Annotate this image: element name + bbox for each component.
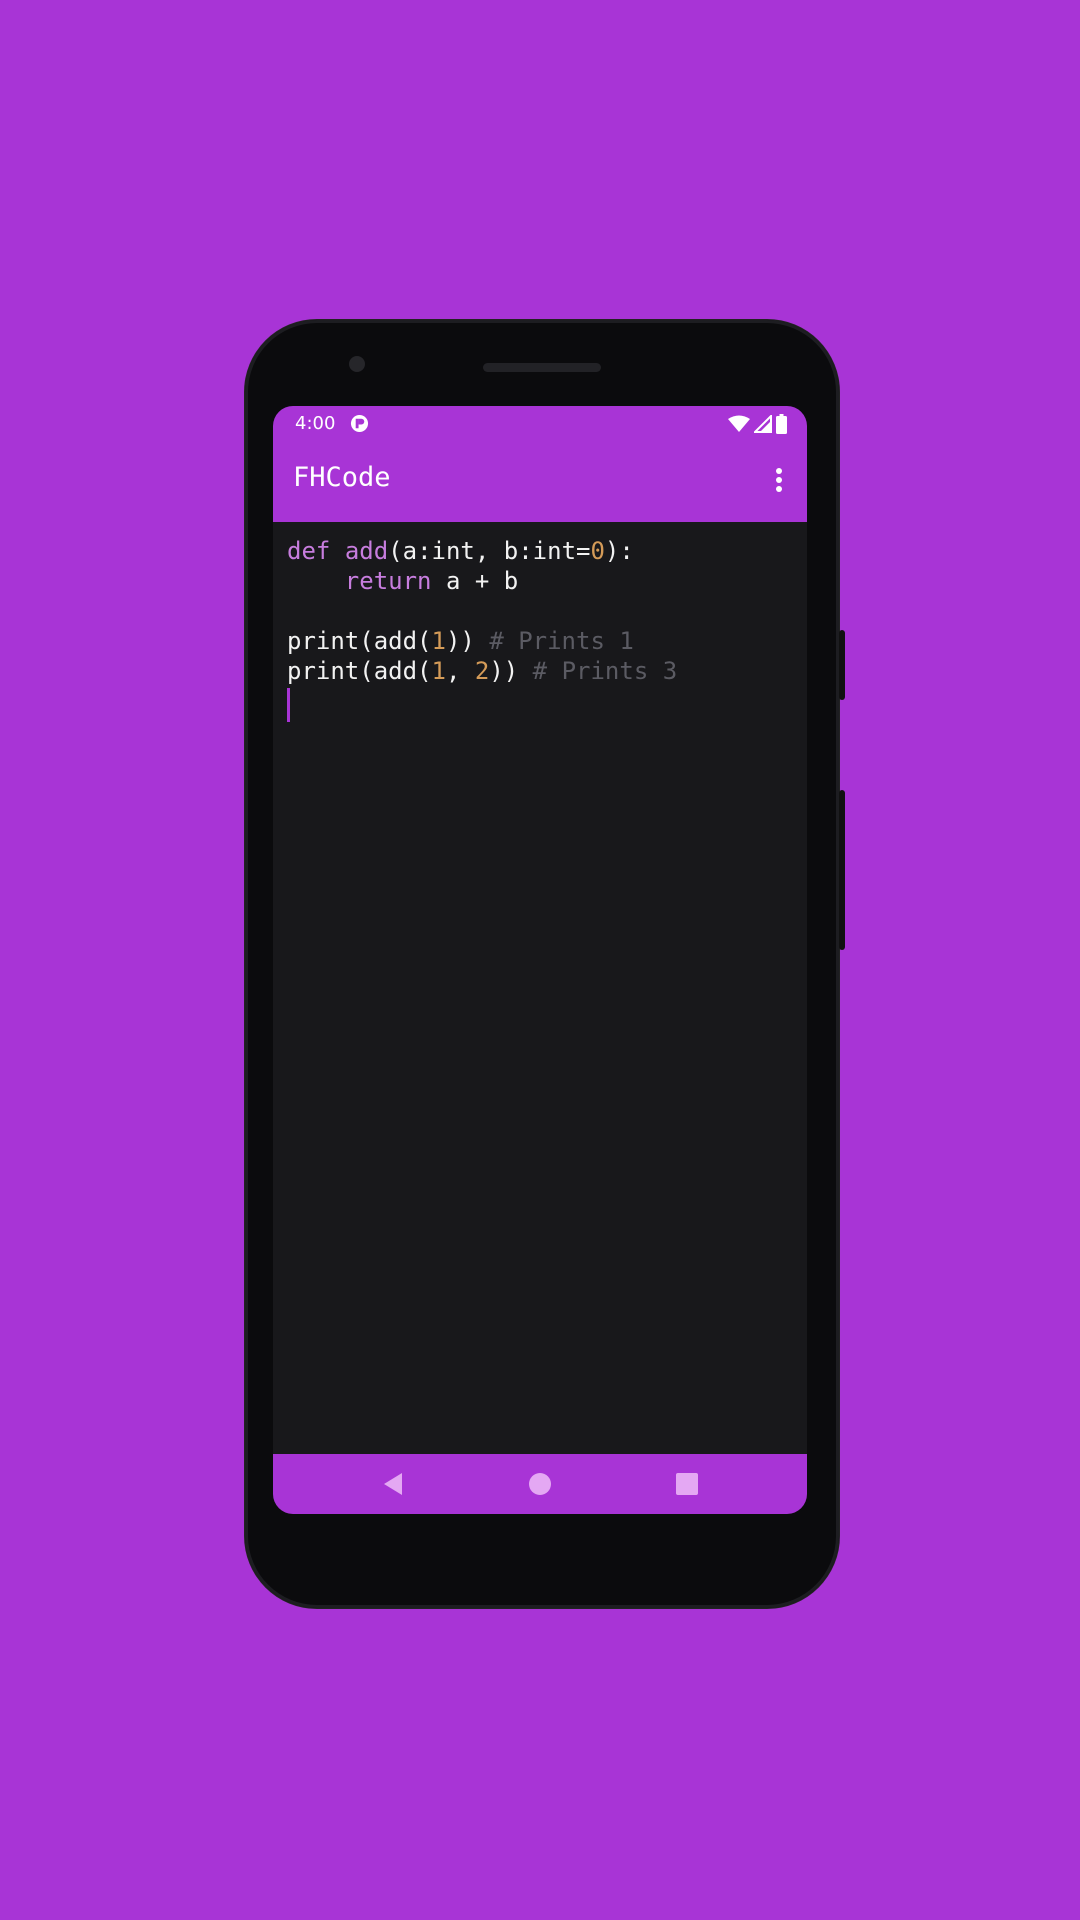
code-token: print(add(: [287, 657, 432, 685]
code-line: print(add(1)) # Prints 1: [287, 626, 807, 656]
overflow-menu-icon[interactable]: [765, 460, 793, 500]
function-token: add: [344, 537, 389, 565]
front-camera: [349, 356, 365, 372]
comment-token: # Prints 3: [532, 657, 678, 685]
keyword-token: return: [344, 567, 432, 595]
number-token: 1: [431, 627, 446, 655]
number-token: 0: [590, 537, 605, 565]
code-token: (a:int, b:int=: [388, 537, 591, 565]
code-line: def add(a:int, b:int=0):: [287, 536, 807, 566]
code-token: a + b: [431, 567, 519, 595]
phone-screen: 4:00 FHCode def add(a:int, b:int=0): ret…: [273, 406, 807, 1514]
code-token: ):: [604, 537, 634, 565]
volume-button: [839, 790, 845, 950]
app-notification-icon: [350, 414, 369, 433]
recents-icon[interactable]: [673, 1470, 701, 1498]
text-cursor: [287, 688, 290, 722]
number-token: 1: [431, 657, 446, 685]
status-time: 4:00: [295, 413, 336, 434]
keyword-token: def: [287, 537, 331, 565]
number-token: 2: [474, 657, 490, 685]
code-line: print(add(1, 2)) # Prints 3: [287, 656, 807, 686]
code-token: )): [445, 627, 490, 655]
code-editor[interactable]: def add(a:int, b:int=0): return a + b pri…: [273, 522, 807, 1454]
status-bar: 4:00: [273, 406, 807, 442]
cell-signal-icon: [754, 415, 772, 433]
code-token: )): [489, 657, 533, 685]
power-button: [839, 630, 845, 700]
code-token: ,: [445, 657, 475, 685]
phone-frame: 4:00 FHCode def add(a:int, b:int=0): ret…: [245, 320, 845, 1608]
status-icons: [728, 414, 787, 434]
code-line: return a + b: [287, 566, 807, 596]
home-icon[interactable]: [526, 1470, 554, 1498]
wifi-icon: [728, 415, 750, 432]
code-lines: def add(a:int, b:int=0): return a + b pri…: [287, 536, 807, 686]
earpiece-speaker: [483, 363, 601, 372]
navigation-bar: [273, 1454, 807, 1514]
app-bar: FHCode: [273, 442, 807, 522]
code-token: print(add(: [287, 627, 432, 655]
comment-token: # Prints 1: [489, 627, 634, 655]
app-title: FHCode: [293, 462, 391, 493]
cursor-line: [287, 686, 807, 722]
back-icon[interactable]: [380, 1470, 408, 1498]
battery-icon: [776, 414, 787, 434]
